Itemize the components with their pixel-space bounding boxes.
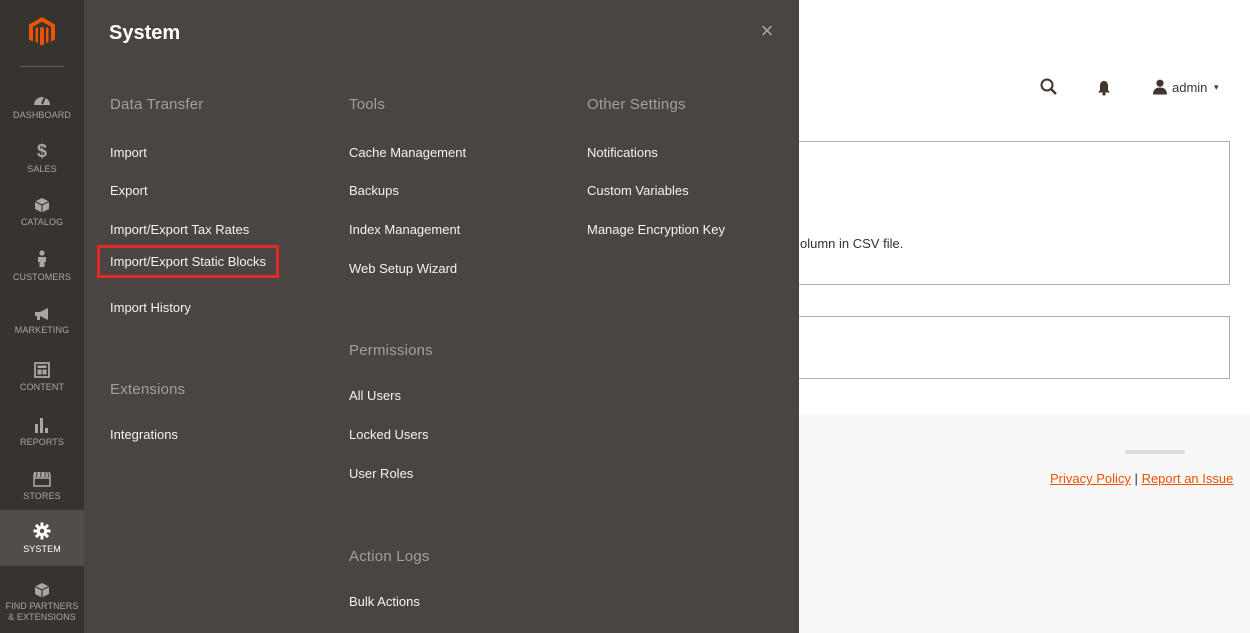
sidebar-item-label: & EXTENSIONS [8,611,76,622]
admin-user-menu[interactable]: admin [1172,80,1207,95]
sidebar-item-content[interactable]: CONTENT [0,349,84,405]
sidebar-item-label: CATALOG [20,216,64,227]
menu-link-cache-management[interactable]: Cache Management [349,145,466,160]
section-title-data-transfer: Data Transfer [110,96,204,113]
sidebar-item-label: CUSTOMERS [12,271,72,282]
notice-text: olumn in CSV file. [800,236,904,251]
section-title-permissions: Permissions [349,342,433,359]
import-notice-panel [790,141,1230,285]
magento-logo[interactable] [0,0,84,64]
chevron-down-icon[interactable]: ▾ [1214,82,1219,93]
sidebar-item-label: STORES [23,490,61,501]
cube-icon [34,197,50,212]
sidebar-item-customers[interactable]: CUSTOMERS [0,238,84,294]
megaphone-icon [35,307,48,320]
box-icon [34,582,50,597]
sidebar-item-find-partners[interactable]: FIND PARTNERS & EXTENSIONS [0,572,84,632]
menu-link-custom-variables[interactable]: Custom Variables [587,183,689,198]
section-title-other-settings: Other Settings [587,96,686,113]
menu-link-export[interactable]: Export [110,183,148,198]
footer-separator: | [1134,471,1138,486]
menu-link-integrations[interactable]: Integrations [110,427,178,442]
menu-link-locked-users[interactable]: Locked Users [349,427,428,442]
sidebar-item-label: MARKETING [14,324,70,335]
user-icon[interactable] [1152,79,1168,95]
report-issue-link[interactable]: Report an Issue [1142,471,1234,486]
form-panel [790,316,1230,379]
sidebar-item-dashboard[interactable]: DASHBOARD [0,78,84,134]
menu-link-web-setup-wizard[interactable]: Web Setup Wizard [349,261,457,276]
flyout-title: System [109,22,181,44]
storefront-icon [33,471,51,487]
menu-link-import-export-tax-rates[interactable]: Import/Export Tax Rates [110,222,249,237]
menu-link-import[interactable]: Import [110,145,147,160]
bell-icon[interactable] [1097,80,1111,96]
layout-icon [34,361,50,378]
menu-link-backups[interactable]: Backups [349,183,399,198]
logo-divider [20,66,64,67]
page-footer [799,414,1250,633]
admin-sidebar: DASHBOARD $ SALES CATALOG CUSTOMERS MARK… [0,0,84,633]
footer-links: Privacy Policy | Report an Issue [1050,471,1233,486]
privacy-policy-link[interactable]: Privacy Policy [1050,471,1131,486]
sidebar-item-catalog[interactable]: CATALOG [0,184,84,240]
menu-link-index-management[interactable]: Index Management [349,222,460,237]
sidebar-item-label: FIND PARTNERS [5,600,79,611]
bar-chart-icon [35,417,48,433]
sidebar-item-label: CONTENT [19,381,65,392]
dollar-icon: $ [36,140,47,161]
menu-link-import-history[interactable]: Import History [110,300,191,315]
menu-link-bulk-actions[interactable]: Bulk Actions [349,594,420,609]
menu-link-user-roles[interactable]: User Roles [349,466,413,481]
person-icon [38,249,46,267]
menu-link-import-export-static-blocks[interactable]: Import/Export Static Blocks [97,245,280,278]
sidebar-item-label: SALES [27,163,57,174]
system-flyout-menu: System × Data Transfer Import Export Imp… [84,0,799,633]
sidebar-item-stores[interactable]: STORES [0,458,84,514]
footer-version-text [1125,450,1185,454]
sidebar-item-label: REPORTS [19,436,65,447]
menu-link-all-users[interactable]: All Users [349,388,401,403]
section-title-action-logs: Action Logs [349,548,430,565]
menu-link-notifications[interactable]: Notifications [587,145,658,160]
sidebar-item-system[interactable]: SYSTEM [0,510,84,566]
gear-icon [33,522,51,539]
dashboard-icon [34,96,50,105]
sidebar-item-reports[interactable]: REPORTS [0,404,84,460]
section-title-extensions: Extensions [110,381,186,398]
magento-logo-icon [29,17,55,46]
menu-link-manage-encryption-key[interactable]: Manage Encryption Key [587,222,725,237]
section-title-tools: Tools [349,96,386,113]
close-icon[interactable]: × [756,20,778,42]
sidebar-item-marketing[interactable]: MARKETING [0,293,84,349]
search-icon[interactable] [1040,78,1058,96]
sidebar-item-label: DASHBOARD [13,109,71,120]
sidebar-item-sales[interactable]: $ SALES [0,130,84,186]
sidebar-item-label: SYSTEM [23,543,61,554]
